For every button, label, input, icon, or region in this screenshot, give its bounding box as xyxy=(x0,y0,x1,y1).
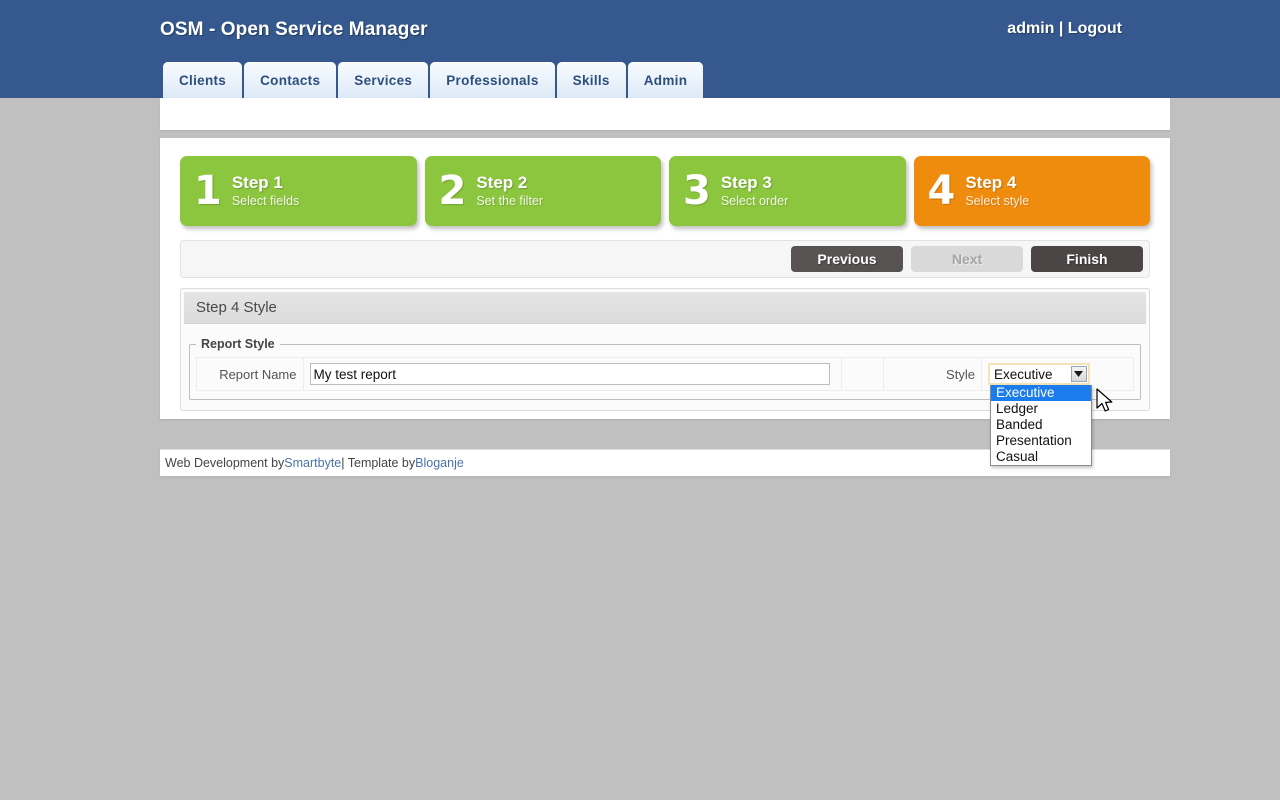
wizard-button-bar: Previous Next Finish xyxy=(180,240,1150,278)
style-option-casual[interactable]: Casual xyxy=(991,449,1091,465)
style-label: Style xyxy=(883,357,982,391)
report-name-field-cell xyxy=(302,357,843,391)
footer-link-bloganje[interactable]: Bloganje xyxy=(415,456,464,470)
step-content-heading: Step 4 Style xyxy=(184,292,1146,324)
next-button: Next xyxy=(911,246,1023,272)
finish-button[interactable]: Finish xyxy=(1031,246,1143,272)
site-header: OSM - Open Service Manager admin | Logou… xyxy=(0,0,1280,98)
nav-tab-clients[interactable]: Clients xyxy=(163,62,243,98)
username-label: admin xyxy=(1007,20,1055,37)
report-style-fieldset: Report Style Report Name Style Execut xyxy=(189,337,1141,466)
wizard-step-4[interactable]: 4 Step 4 Select style xyxy=(913,156,1150,226)
previous-button[interactable]: Previous xyxy=(791,246,903,272)
wizard-steps: 1 Step 1 Select fields 2 Step 2 Set the … xyxy=(170,148,1160,232)
wizard-step-3[interactable]: 3 Step 3 Select order xyxy=(669,156,906,226)
style-field-cell: Executive Executive Ledger Banded Presen… xyxy=(980,357,1135,466)
wizard-step-2[interactable]: 2 Step 2 Set the filter xyxy=(424,156,661,226)
nav-tab-admin[interactable]: Admin xyxy=(627,62,704,98)
user-session-area: admin | Logout xyxy=(1007,20,1122,38)
step-number: 4 xyxy=(927,168,956,214)
footer-link-smartbyte[interactable]: Smartbyte xyxy=(284,456,341,470)
step-content-box: Step 4 Style Report Style Report Name St… xyxy=(180,288,1150,466)
step-number: 3 xyxy=(683,168,711,214)
report-style-form: Report Name Style Executive xyxy=(196,357,1135,466)
form-spacer-cell xyxy=(841,357,885,391)
step-number: 1 xyxy=(194,168,222,214)
footer-prefix: Web Development by xyxy=(165,456,285,470)
step-subtitle: Select style xyxy=(965,194,1030,208)
report-name-label: Report Name xyxy=(196,357,304,391)
user-separator: | xyxy=(1054,20,1068,37)
form-row: Report Name Style Executive xyxy=(196,357,1135,466)
main-navigation: Clients Contacts Services Professionals … xyxy=(163,62,704,98)
top-content-strip xyxy=(160,98,1170,130)
style-option-banded[interactable]: Banded xyxy=(991,417,1091,433)
style-select-options[interactable]: Executive Ledger Banded Presentation Cas… xyxy=(989,385,1092,466)
style-option-ledger[interactable]: Ledger xyxy=(991,401,1091,417)
step-subtitle: Set the filter xyxy=(476,194,544,208)
step-subtitle: Select fields xyxy=(231,194,300,208)
chevron-down-icon[interactable] xyxy=(1070,366,1087,382)
page-title: OSM - Open Service Manager xyxy=(160,19,428,40)
style-select[interactable]: Executive xyxy=(987,363,1090,385)
step-title: Step 3 xyxy=(720,173,772,192)
style-select-value: Executive xyxy=(993,366,1053,382)
wizard-panel: 1 Step 1 Select fields 2 Step 2 Set the … xyxy=(160,138,1170,466)
page-wrapper: 1 Step 1 Select fields 2 Step 2 Set the … xyxy=(160,98,1170,466)
style-option-executive[interactable]: Executive xyxy=(990,385,1091,401)
step-title: Step 2 xyxy=(476,173,528,192)
step-title: Step 4 xyxy=(965,173,1017,192)
report-style-legend: Report Style xyxy=(201,337,275,351)
nav-tab-services[interactable]: Services xyxy=(338,62,429,98)
nav-tab-skills[interactable]: Skills xyxy=(556,62,626,98)
style-option-presentation[interactable]: Presentation xyxy=(991,433,1091,449)
logout-link[interactable]: Logout xyxy=(1068,20,1122,37)
nav-tab-contacts[interactable]: Contacts xyxy=(244,62,337,98)
footer-middle: | Template by xyxy=(341,456,416,470)
step-title: Step 1 xyxy=(231,173,283,192)
report-name-input[interactable] xyxy=(309,363,830,385)
style-select-wrapper: Executive Executive Ledger Banded Presen… xyxy=(987,363,1092,466)
step-subtitle: Select order xyxy=(720,194,789,208)
nav-tab-professionals[interactable]: Professionals xyxy=(430,62,555,98)
wizard-step-1[interactable]: 1 Step 1 Select fields xyxy=(180,156,417,226)
step-number: 2 xyxy=(438,168,467,214)
